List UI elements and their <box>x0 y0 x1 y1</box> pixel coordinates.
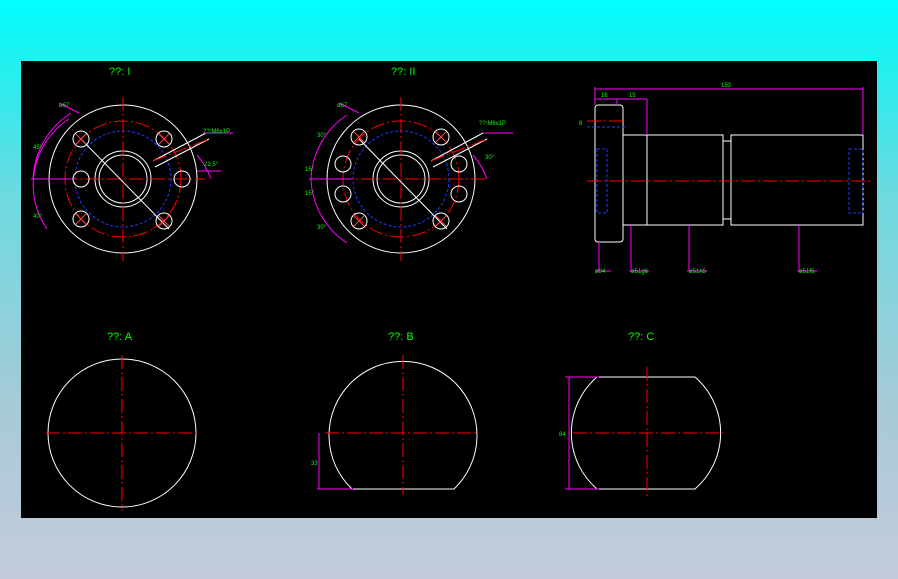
angle-label: 15° <box>305 191 315 197</box>
section-line <box>80 138 170 230</box>
angle-label: 45° <box>33 145 43 151</box>
diameter-label: ø51g6 <box>631 269 649 275</box>
flat-label: 33 <box>311 461 318 467</box>
angle-label: 40° <box>33 214 43 220</box>
cad-drawing-canvas[interactable]: ??: I ø67 ??:M6x1P 45° 40° 22.5° ??: II … <box>21 61 877 518</box>
diameter-label: ø51f5 <box>799 269 815 275</box>
angle-label: 22.5° <box>204 162 219 168</box>
view-a-title: ??: A <box>107 331 133 343</box>
length-label: 153 <box>721 83 732 89</box>
thread-label: ??:M6x1P <box>479 121 506 127</box>
angle-label: 30° <box>317 133 327 139</box>
shaft-section-1 <box>622 134 724 226</box>
width-label: 84 <box>559 432 566 438</box>
length-label: 16 <box>601 93 608 99</box>
view-b-title: ??: B <box>388 331 414 343</box>
angle-label: 30° <box>317 225 327 231</box>
view-c: ??: C 84 <box>559 331 723 497</box>
shaft-section-2 <box>730 134 864 226</box>
pcd-label: ø67 <box>59 103 70 109</box>
flange-side <box>594 104 624 243</box>
view-2-title: ??: II <box>391 66 415 78</box>
view-b: ??: B 33 <box>311 331 479 495</box>
view-a: ??: A <box>46 331 199 511</box>
view-1: ??: I ø67 ??:M6x1P 45° 40° 22.5° <box>31 66 233 261</box>
pcd-label: ø67 <box>337 103 348 109</box>
cad-drawing: ??: I ø67 ??:M6x1P 45° 40° 22.5° ??: II … <box>31 66 871 511</box>
side-label: 8 <box>579 121 583 127</box>
view-2: ??: II ø67 ??:M6x1P 30° 15° 15° 30° 30° <box>305 66 513 261</box>
diameter-label: ø51h5 <box>689 269 707 275</box>
angle-label: 15° <box>305 167 315 173</box>
length-label: 15 <box>629 93 636 99</box>
side-view: 153 16 15 8 ø84 ø51g6 ø51h5 ø51f5 <box>579 83 871 275</box>
view-c-title: ??: C <box>628 331 654 343</box>
view-1-title: ??: I <box>109 66 130 78</box>
angle-label: 30° <box>485 155 495 161</box>
thread-label: ??:M6x1P <box>203 129 230 135</box>
diameter-label: ø84 <box>595 269 606 275</box>
